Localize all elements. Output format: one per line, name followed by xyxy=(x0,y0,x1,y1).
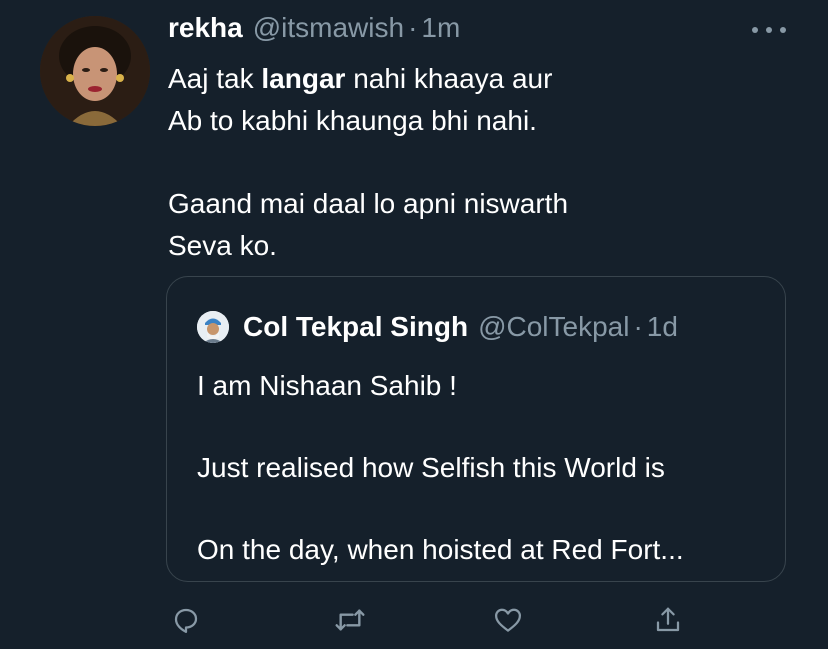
quoted-author-handle[interactable]: @ColTekpal xyxy=(478,311,629,343)
tweet-actions xyxy=(166,600,696,640)
dot xyxy=(752,27,758,33)
retweet-button[interactable] xyxy=(330,600,370,640)
reply-icon xyxy=(174,608,198,633)
separator-dot: · xyxy=(408,12,418,43)
quoted-author-name[interactable]: Col Tekpal Singh xyxy=(243,311,468,343)
quoted-tweet-header: Col Tekpal Singh @ColTekpal · 1d xyxy=(197,307,678,347)
timestamp[interactable]: 1m xyxy=(421,12,460,44)
avatar[interactable] xyxy=(40,16,150,126)
tweet-header: rekha @itsmawish · 1m xyxy=(168,12,460,50)
tweet-line: Gaand mai daal lo apni niswarth xyxy=(168,188,569,219)
like-button[interactable] xyxy=(488,600,528,640)
tweet-text: Aaj tak langar nahi khaaya aur Ab to kab… xyxy=(168,58,768,267)
retweet-icon xyxy=(335,609,365,631)
quoted-line: I am Nishaan Sahib ! xyxy=(197,370,457,401)
quoted-timestamp[interactable]: 1d xyxy=(647,311,678,343)
share-button[interactable] xyxy=(648,600,688,640)
quoted-tweet-text: I am Nishaan Sahib ! Just realised how S… xyxy=(197,365,767,570)
quoted-line: Just realised how Selfish this World is xyxy=(197,452,665,483)
tweet-line: Ab to kabhi khaunga bhi nahi. xyxy=(168,105,537,136)
author-handle[interactable]: @itsmawish xyxy=(253,12,404,44)
quoted-tweet[interactable]: Col Tekpal Singh @ColTekpal · 1d I am Ni… xyxy=(166,276,786,582)
dot xyxy=(766,27,772,33)
more-dots-icon[interactable] xyxy=(752,18,786,42)
tweet-line: Seva ko. xyxy=(168,230,277,261)
dot xyxy=(780,27,786,33)
quoted-line: On the day, when hoisted at Red Fort... xyxy=(197,534,684,565)
bold-word: langar xyxy=(261,63,346,94)
text-segment: nahi khaaya aur xyxy=(345,63,553,94)
reply-button[interactable] xyxy=(166,600,206,640)
tweet[interactable]: rekha @itsmawish · 1m Aaj tak langar nah… xyxy=(0,0,828,649)
tweet-line: Aaj tak langar nahi khaaya aur xyxy=(168,58,768,100)
separator-dot: · xyxy=(633,311,643,342)
quoted-avatar[interactable] xyxy=(197,311,229,343)
author-name[interactable]: rekha xyxy=(168,12,243,44)
heart-icon xyxy=(495,608,521,632)
share-icon xyxy=(656,607,680,632)
text-segment: Aaj tak xyxy=(168,63,262,94)
